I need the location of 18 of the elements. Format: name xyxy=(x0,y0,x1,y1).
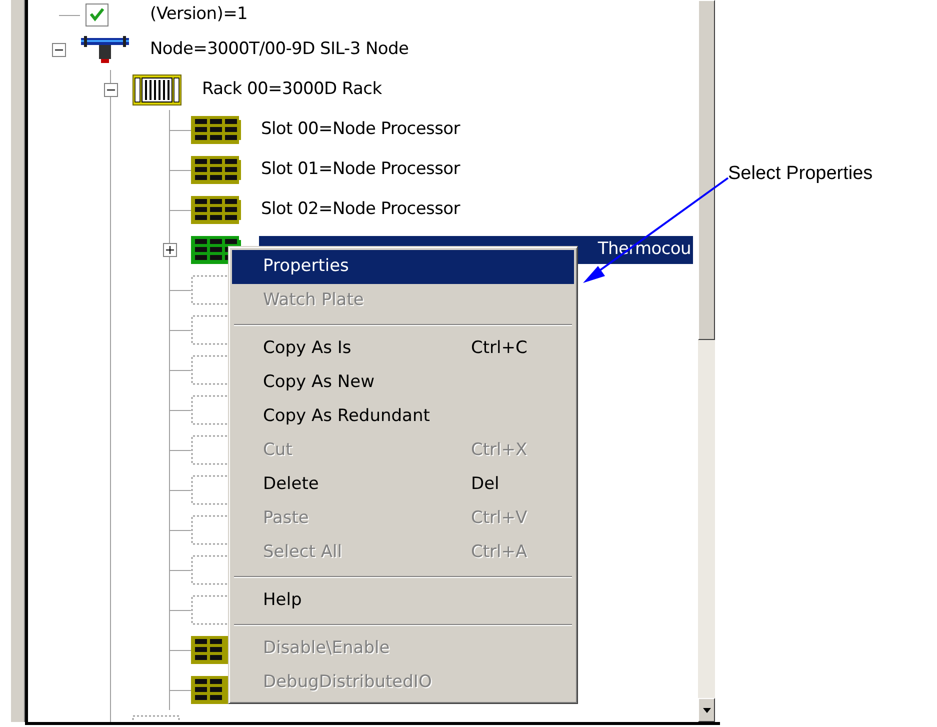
menu-item-label: Select All xyxy=(263,541,343,564)
menu-item-label: Cut xyxy=(263,439,294,462)
callout-text: Select Properties xyxy=(728,162,873,186)
shortcut-label: Ctrl+V xyxy=(471,507,528,530)
shortcut-label: Del xyxy=(471,473,500,496)
menu-item-label: Disable\Enable xyxy=(263,637,391,660)
menu-item-label: Copy As Is xyxy=(263,337,352,360)
shortcut-label: Ctrl+X xyxy=(471,439,528,462)
menu-item-label: Delete xyxy=(263,473,320,496)
shortcut-label: Ctrl+A xyxy=(471,541,528,564)
menu-item-label: Properties xyxy=(263,255,350,278)
menu-item-label: Help xyxy=(263,589,303,612)
menu-item-label: Paste xyxy=(263,507,310,530)
shortcut-label: Ctrl+C xyxy=(471,337,528,360)
menu-item-label: DebugDistributedIO xyxy=(263,671,433,694)
menu-item-label: Copy As New xyxy=(263,371,376,394)
menu-item-label: Watch Plate xyxy=(263,289,365,312)
menu-item-label: Copy As Redundant xyxy=(263,405,431,428)
